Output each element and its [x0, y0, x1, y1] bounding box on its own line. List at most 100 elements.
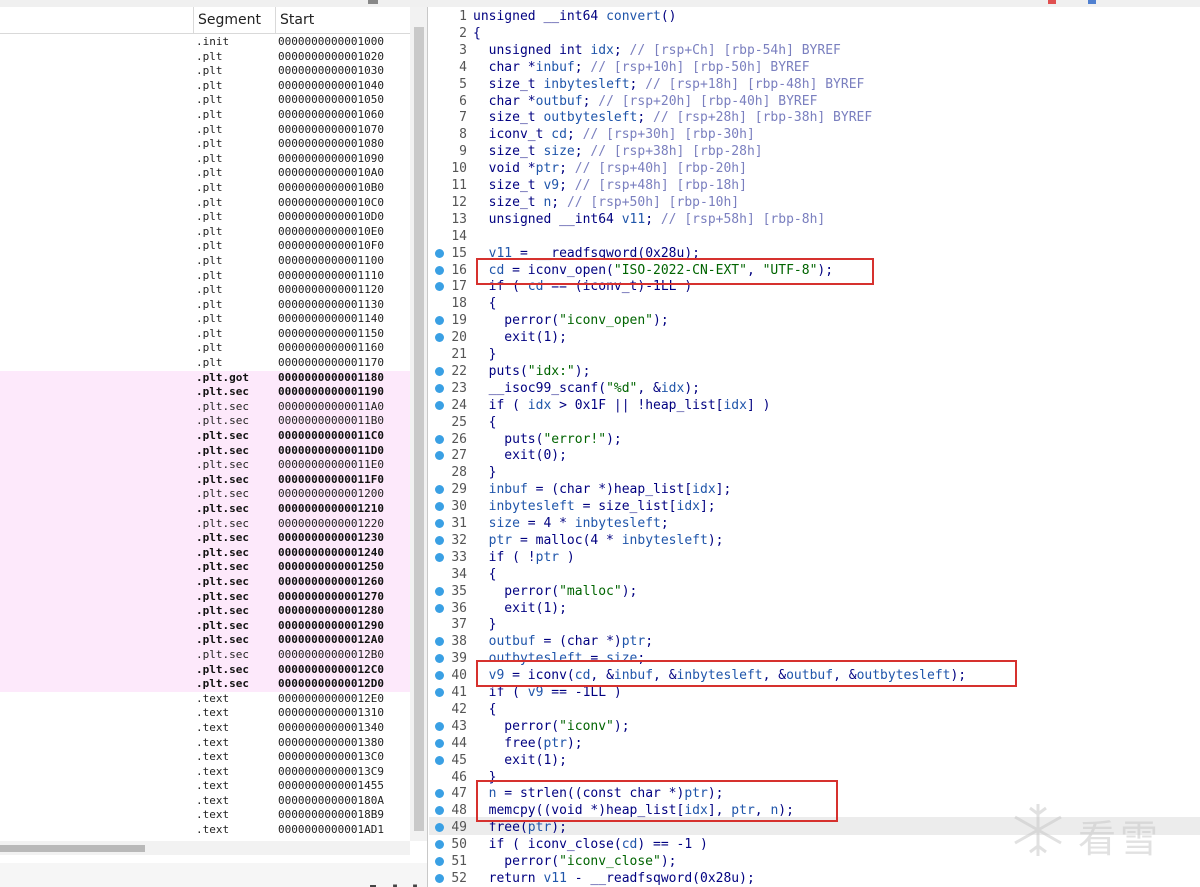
table-row[interactable]: .text 00000000000013C0 — [0, 750, 410, 765]
code-line[interactable]: 2{ — [429, 25, 1200, 42]
tab-marker-blue[interactable] — [1088, 0, 1096, 4]
code-line[interactable]: 34 { — [429, 566, 1200, 583]
code-line[interactable]: 18 { — [429, 295, 1200, 312]
table-row[interactable]: .plt.sec 00000000000011D0 — [0, 443, 410, 459]
table-row[interactable]: .plt 0000000000001120 — [0, 283, 410, 298]
table-row[interactable]: .plt.sec 0000000000001270 — [0, 589, 410, 605]
column-header-start[interactable]: Start — [275, 7, 410, 34]
table-row[interactable]: .plt 0000000000001050 — [0, 93, 410, 108]
pseudocode-view[interactable]: 1 unsigned __int64 convert() 2{3 unsigned … — [429, 7, 1200, 887]
table-row[interactable]: .plt 0000000000001170 — [0, 356, 410, 371]
table-row[interactable]: .plt.sec 00000000000012C0 — [0, 662, 410, 678]
table-row[interactable]: .plt 0000000000001040 — [0, 79, 410, 94]
code-line[interactable]: 29 inbuf = (char *)heap_list[idx]; — [429, 481, 1200, 498]
table-row[interactable]: .plt.sec 0000000000001290 — [0, 618, 410, 634]
code-line[interactable]: 20 exit(1); — [429, 329, 1200, 346]
column-header-segment[interactable]: Segment — [193, 7, 275, 34]
code-line[interactable]: 42 { — [429, 701, 1200, 718]
tab-marker-gray[interactable] — [368, 0, 378, 4]
code-line[interactable]: 30 inbytesleft = size_list[idx]; — [429, 498, 1200, 515]
minimize-icon[interactable]: ▬ — [370, 881, 376, 887]
table-row[interactable]: .plt.sec 0000000000001230 — [0, 531, 410, 546]
table-row[interactable]: .text 0000000000001340 — [0, 721, 410, 736]
table-row[interactable]: .plt.sec 0000000000001200 — [0, 487, 410, 502]
table-row[interactable]: .text 00000000000013C9 — [0, 765, 410, 780]
table-row[interactable]: .plt 0000000000001080 — [0, 137, 410, 152]
table-row[interactable]: .plt 00000000000010B0 — [0, 181, 410, 196]
code-line[interactable]: 10 void *ptr; // [rsp+40h] [rbp-20h] — [429, 160, 1200, 177]
table-row[interactable]: .plt.sec 0000000000001190 — [0, 385, 410, 400]
table-row[interactable]: .plt.sec 00000000000012B0 — [0, 647, 410, 663]
code-line[interactable]: 12 size_t n; // [rsp+50h] [rbp-10h] — [429, 194, 1200, 211]
code-line[interactable]: 24 if ( idx > 0x1F || !heap_list[idx] ) — [429, 397, 1200, 414]
code-line[interactable]: 14 — [429, 228, 1200, 245]
segments-vertical-scrollbar[interactable] — [410, 7, 427, 841]
code-line[interactable]: 43 perror("iconv"); — [429, 718, 1200, 735]
code-line[interactable]: 33 if ( !ptr ) — [429, 549, 1200, 566]
table-row[interactable]: .plt 00000000000010A0 — [0, 166, 410, 181]
table-row[interactable]: .plt.sec 00000000000012A0 — [0, 633, 410, 648]
table-row[interactable]: .plt.sec 00000000000011B0 — [0, 414, 410, 430]
table-row[interactable]: .plt 0000000000001110 — [0, 269, 410, 284]
table-row[interactable]: .plt.sec 0000000000001240 — [0, 545, 410, 561]
code-line[interactable]: 19 perror("iconv_open"); — [429, 312, 1200, 329]
tab-marker-red[interactable] — [1048, 0, 1056, 4]
table-row[interactable]: .text 00000000000018B9 — [0, 808, 410, 823]
table-row[interactable]: .text 0000000000001380 — [0, 736, 410, 751]
code-line[interactable]: 38 outbuf = (char *)ptr; — [429, 633, 1200, 650]
table-row[interactable]: .plt.sec 00000000000011F0 — [0, 472, 410, 488]
table-row[interactable]: .plt 0000000000001150 — [0, 327, 410, 342]
table-row[interactable]: .plt 0000000000001070 — [0, 123, 410, 138]
table-row[interactable]: .plt.sec 0000000000001220 — [0, 516, 410, 532]
table-row[interactable]: .plt 0000000000001100 — [0, 254, 410, 269]
code-line[interactable]: 5 size_t inbytesleft; // [rsp+18h] [rbp-… — [429, 76, 1200, 93]
code-line[interactable]: 9 size_t size; // [rsp+38h] [rbp-28h] — [429, 143, 1200, 160]
table-row[interactable]: .plt.sec 0000000000001260 — [0, 574, 410, 590]
code-line[interactable]: 31 size = 4 * inbytesleft; — [429, 515, 1200, 532]
table-row[interactable]: .plt.sec 0000000000001250 — [0, 560, 410, 575]
table-row[interactable]: .text 0000000000001AD1 — [0, 823, 410, 838]
code-line[interactable]: 35 perror("malloc"); — [429, 583, 1200, 600]
segments-horizontal-scrollbar[interactable] — [0, 841, 410, 855]
code-line[interactable]: 7 size_t outbytesleft; // [rsp+28h] [rbp… — [429, 109, 1200, 126]
table-row[interactable]: .plt.sec 0000000000001280 — [0, 604, 410, 619]
table-row[interactable]: .plt 0000000000001130 — [0, 298, 410, 313]
code-line[interactable]: 13 unsigned __int64 v11; // [rsp+58h] [r… — [429, 211, 1200, 228]
code-line[interactable]: 32 ptr = malloc(4 * inbytesleft); — [429, 532, 1200, 549]
table-row[interactable]: .text 000000000000180A — [0, 794, 410, 809]
code-line[interactable]: 21 } — [429, 346, 1200, 363]
code-line[interactable]: 37 } — [429, 616, 1200, 633]
table-row[interactable]: .plt.sec 00000000000011A0 — [0, 399, 410, 415]
code-line[interactable]: 22 puts("idx:"); — [429, 363, 1200, 380]
code-line[interactable]: 27 exit(0); — [429, 447, 1200, 464]
code-line[interactable]: 45 exit(1); — [429, 752, 1200, 769]
code-line[interactable]: 1 unsigned __int64 convert() — [429, 8, 1200, 25]
restore-icon[interactable]: ▪ — [392, 881, 398, 887]
table-row[interactable]: .plt 00000000000010C0 — [0, 196, 410, 211]
table-row[interactable]: .init 0000000000001000 — [0, 35, 410, 50]
code-line[interactable]: 3 unsigned int idx; // [rsp+Ch] [rbp-54h… — [429, 42, 1200, 59]
code-line[interactable]: 8 iconv_t cd; // [rsp+30h] [rbp-30h] — [429, 126, 1200, 143]
code-line[interactable]: 26 puts("error!"); — [429, 431, 1200, 448]
table-row[interactable]: .text 0000000000001455 — [0, 779, 410, 794]
code-line[interactable]: 44 free(ptr); — [429, 735, 1200, 752]
table-row[interactable]: .plt 0000000000001160 — [0, 341, 410, 356]
code-line[interactable]: 6 char *outbuf; // [rsp+20h] [rbp-40h] B… — [429, 93, 1200, 110]
table-row[interactable]: .plt.got 0000000000001180 — [0, 370, 410, 386]
table-row[interactable]: .plt.sec 00000000000011E0 — [0, 458, 410, 473]
table-row[interactable]: .plt 0000000000001030 — [0, 64, 410, 79]
table-row[interactable]: .plt.sec 00000000000011C0 — [0, 429, 410, 444]
code-line[interactable]: 28 } — [429, 464, 1200, 481]
table-row[interactable]: .plt 0000000000001020 — [0, 50, 410, 65]
table-row[interactable]: .plt 00000000000010D0 — [0, 210, 410, 225]
code-line[interactable]: 52 return v11 - __readfsqword(0x28u); — [429, 870, 1200, 887]
table-row[interactable]: .text 00000000000012E0 — [0, 692, 410, 707]
table-row[interactable]: .plt 00000000000010E0 — [0, 225, 410, 240]
table-row[interactable]: .plt 0000000000001090 — [0, 152, 410, 167]
code-line[interactable]: 25 { — [429, 414, 1200, 431]
scrollbar-thumb[interactable] — [414, 27, 424, 831]
code-line[interactable]: 4 char *inbuf; // [rsp+10h] [rbp-50h] BY… — [429, 59, 1200, 76]
table-row[interactable]: .text 0000000000001310 — [0, 706, 410, 721]
table-row[interactable]: .plt.sec 0000000000001210 — [0, 502, 410, 517]
code-line[interactable]: 23 __isoc99_scanf("%d", &idx); — [429, 380, 1200, 397]
